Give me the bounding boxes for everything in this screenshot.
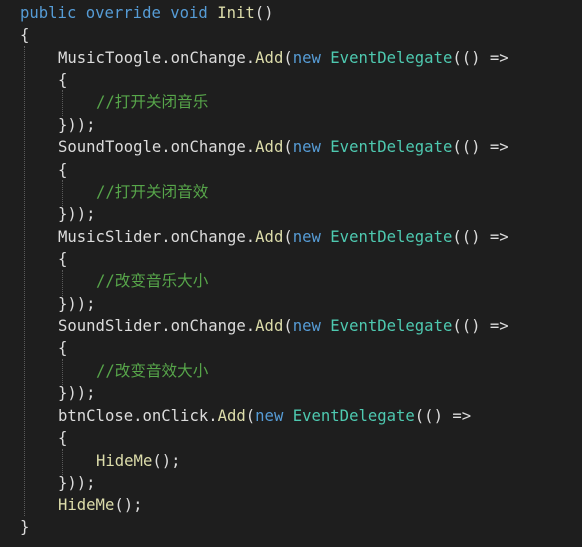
final-call-method: HideMe xyxy=(58,496,115,514)
call-method: HideMe xyxy=(96,452,153,470)
add-method: Add xyxy=(255,317,284,335)
open-brace: { xyxy=(20,26,30,44)
event-member: .onChange. xyxy=(161,317,256,335)
code-line-comment: //改变音效大小 xyxy=(96,360,208,382)
comment: //打开关闭音效 xyxy=(96,183,209,201)
code-line-comment: //打开关闭音乐 xyxy=(96,91,208,113)
open-brace: { xyxy=(58,71,68,89)
keyword-new: new xyxy=(292,317,321,335)
keyword-new: new xyxy=(255,407,284,425)
lambda-arrow: (() => xyxy=(452,49,509,67)
target-identifier: MusicSlider xyxy=(58,228,162,246)
target-identifier: SoundToogle xyxy=(58,138,162,156)
code-line-brace: { xyxy=(58,337,67,359)
open-brace: { xyxy=(58,161,68,179)
comment: //改变音效大小 xyxy=(96,362,209,380)
open-brace: { xyxy=(58,339,68,357)
code-line-closer: })); xyxy=(58,472,96,494)
code-line-brace: { xyxy=(58,69,67,91)
code-line-brace: { xyxy=(58,248,67,270)
paren: ( xyxy=(283,228,293,246)
open-brace: { xyxy=(58,429,68,447)
code-line-brace: { xyxy=(58,427,67,449)
event-member: .onChange. xyxy=(161,228,256,246)
lambda-arrow: (() => xyxy=(414,407,472,425)
keyword-new: new xyxy=(292,49,321,67)
lambda-arrow: (() => xyxy=(452,317,509,335)
add-method: Add xyxy=(255,138,284,156)
keyword-public: public xyxy=(20,4,77,22)
target-identifier: btnClose xyxy=(58,407,134,425)
code-line-subscribe: SoundToogle.onChange.Add(new EventDelega… xyxy=(58,136,509,158)
code-line-comment: //打开关闭音效 xyxy=(96,181,208,203)
code-line-subscribe: btnClose.onClick.Add(new EventDelegate((… xyxy=(58,405,471,427)
code-line-signature: public override void Init() xyxy=(20,2,274,24)
add-method: Add xyxy=(255,228,284,246)
keyword-override: override xyxy=(85,4,161,22)
target-identifier: SoundSlider xyxy=(58,317,162,335)
code-line-final-call: HideMe(); xyxy=(58,494,143,516)
type-event-delegate: EventDelegate xyxy=(330,138,453,156)
closer: })); xyxy=(58,474,96,492)
close-brace: } xyxy=(20,518,30,536)
closer: })); xyxy=(58,295,96,313)
event-member: .onClick. xyxy=(133,407,218,425)
type-event-delegate: EventDelegate xyxy=(330,228,453,246)
code-line-closer: })); xyxy=(58,114,96,136)
event-member: .onChange. xyxy=(161,49,256,67)
lambda-arrow: (() => xyxy=(452,138,509,156)
code-line-open-brace: { xyxy=(20,24,29,46)
code-line-closer: })); xyxy=(58,382,96,404)
call-suffix: (); xyxy=(152,452,181,470)
code-line-call: HideMe(); xyxy=(96,450,181,472)
add-method: Add xyxy=(255,49,284,67)
lambda-arrow: (() => xyxy=(452,228,509,246)
type-event-delegate: EventDelegate xyxy=(330,317,453,335)
keyword-void: void xyxy=(170,4,208,22)
code-line-close-brace: } xyxy=(20,516,29,538)
code-line-subscribe: SoundSlider.onChange.Add(new EventDelega… xyxy=(58,315,509,337)
add-method: Add xyxy=(217,407,246,425)
method-name: Init xyxy=(217,4,255,22)
code-line-subscribe: MusicSlider.onChange.Add(new EventDelega… xyxy=(58,226,509,248)
type-event-delegate: EventDelegate xyxy=(292,407,415,425)
paren: ( xyxy=(245,407,256,425)
closer: })); xyxy=(58,384,96,402)
method-parens: () xyxy=(254,4,274,22)
paren: ( xyxy=(283,138,293,156)
code-line-closer: })); xyxy=(58,293,96,315)
keyword-new: new xyxy=(292,228,321,246)
paren: ( xyxy=(283,317,293,335)
code-line-comment: //改变音乐大小 xyxy=(96,270,208,292)
event-member: .onChange. xyxy=(161,138,256,156)
comment: //打开关闭音乐 xyxy=(96,93,209,111)
open-brace: { xyxy=(58,250,68,268)
target-identifier: MusicToogle xyxy=(58,49,162,67)
code-line-subscribe: MusicToogle.onChange.Add(new EventDelega… xyxy=(58,47,509,69)
final-call-suffix: (); xyxy=(114,496,143,514)
keyword-new: new xyxy=(292,138,321,156)
type-event-delegate: EventDelegate xyxy=(330,49,453,67)
comment: //改变音乐大小 xyxy=(96,272,209,290)
code-line-closer: })); xyxy=(58,203,96,225)
closer: })); xyxy=(58,116,96,134)
paren: ( xyxy=(283,49,293,67)
code-editor[interactable]: public override void Init() { MusicToogl… xyxy=(0,0,582,547)
code-line-brace: { xyxy=(58,159,67,181)
indent-guide-block-1 xyxy=(62,90,63,116)
indent-guide-outer xyxy=(24,46,25,516)
closer: })); xyxy=(58,205,96,223)
